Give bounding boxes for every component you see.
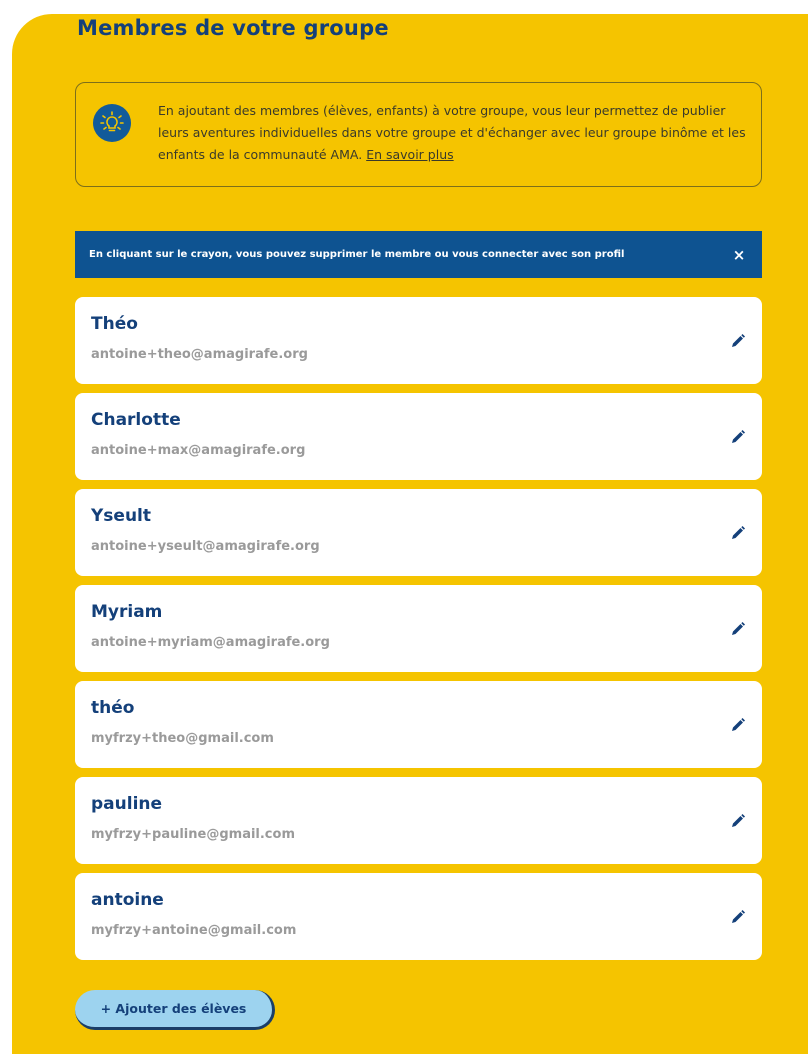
member-card: Yseult antoine+yseult@amagirafe.org [75,489,762,576]
member-card: Myriam antoine+myriam@amagirafe.org [75,585,762,672]
section-title: Membres de votre groupe [77,16,389,40]
pencil-icon[interactable] [728,907,748,927]
member-email: myfrzy+theo@gmail.com [91,731,274,746]
pencil-icon[interactable] [728,523,748,543]
member-card: Théo antoine+theo@amagirafe.org [75,297,762,384]
member-name: Charlotte [91,410,181,430]
member-email: myfrzy+pauline@gmail.com [91,827,295,842]
member-email: antoine+theo@amagirafe.org [91,347,308,362]
member-email: antoine+myriam@amagirafe.org [91,635,330,650]
member-name: Yseult [91,506,152,526]
member-name: théo [91,698,135,718]
pencil-icon[interactable] [728,619,748,639]
member-name: pauline [91,794,163,814]
member-email: antoine+max@amagirafe.org [91,443,306,458]
info-banner: En cliquant sur le crayon, vous pouvez s… [75,231,762,278]
info-text: En ajoutant des membres (élèves, enfants… [158,100,748,166]
member-card: Charlotte antoine+max@amagirafe.org [75,393,762,480]
close-icon[interactable]: × [730,246,748,264]
info-box: En ajoutant des membres (élèves, enfants… [75,82,762,187]
member-card: pauline myfrzy+pauline@gmail.com [75,777,762,864]
member-name: Théo [91,314,138,334]
member-email: antoine+yseult@amagirafe.org [91,539,320,554]
member-name: Myriam [91,602,163,622]
pencil-icon[interactable] [728,811,748,831]
pencil-icon[interactable] [728,715,748,735]
member-email: myfrzy+antoine@gmail.com [91,923,297,938]
lightbulb-icon [93,104,131,142]
member-name: antoine [91,890,164,910]
learn-more-link[interactable]: En savoir plus [366,147,453,162]
member-card: antoine myfrzy+antoine@gmail.com [75,873,762,960]
pencil-icon[interactable] [728,331,748,351]
add-students-button[interactable]: + Ajouter des élèves [75,990,275,1030]
member-card: théo myfrzy+theo@gmail.com [75,681,762,768]
pencil-icon[interactable] [728,427,748,447]
banner-text: En cliquant sur le crayon, vous pouvez s… [89,249,625,260]
